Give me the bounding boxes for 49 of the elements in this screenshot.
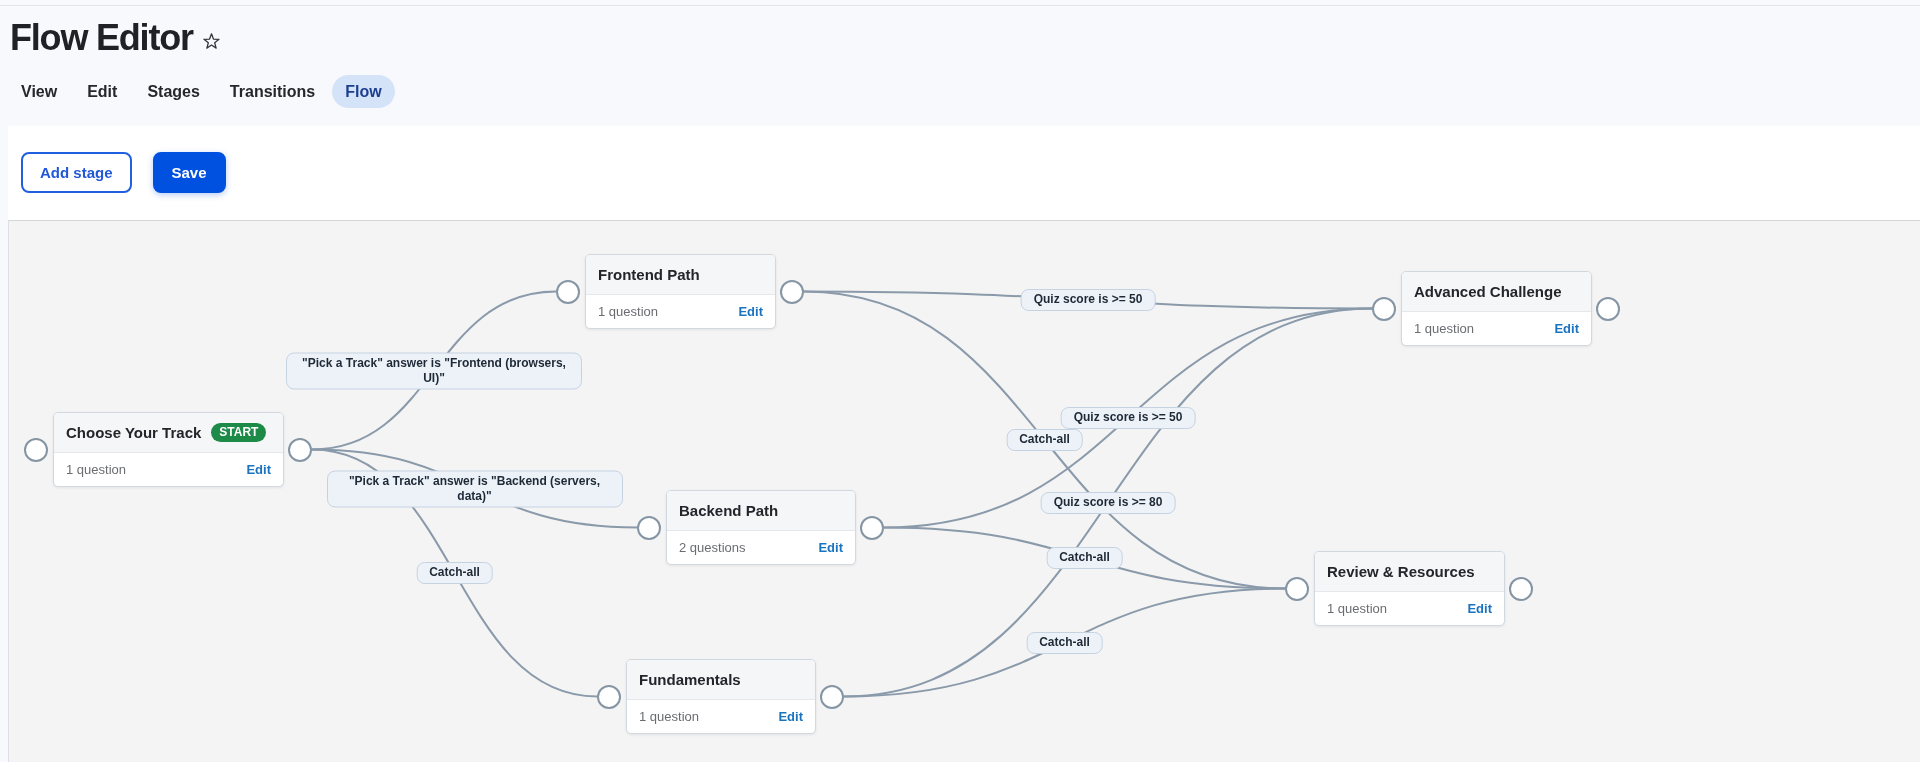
question-count: 2 questions <box>679 540 746 555</box>
toolbar-button[interactable]: Add stage <box>21 152 132 193</box>
port-handle[interactable] <box>556 279 580 304</box>
stage-title: Review & Resources <box>1327 563 1475 580</box>
port-handle[interactable] <box>24 437 48 462</box>
stage-title: Advanced Challenge <box>1414 283 1562 300</box>
port-handle[interactable] <box>1372 296 1396 321</box>
port-handle[interactable] <box>1509 576 1533 601</box>
transition-label: Catch-all <box>416 562 493 584</box>
edit-link[interactable]: Edit <box>738 304 763 319</box>
transition-label: Catch-all <box>1046 547 1123 569</box>
transition-label: Quiz score is >= 80 <box>1040 491 1176 514</box>
stage-title: Frontend Path <box>598 266 700 283</box>
transition-label: Quiz score is >= 50 <box>1020 289 1156 311</box>
edit-link[interactable]: Edit <box>778 709 803 724</box>
start-badge: START <box>211 423 267 442</box>
tab[interactable]: View <box>8 75 71 108</box>
port-handle[interactable] <box>820 684 844 709</box>
port-handle[interactable] <box>1596 296 1620 321</box>
edit-link[interactable]: Edit <box>246 462 271 477</box>
question-count: 1 question <box>66 462 126 477</box>
port-handle[interactable] <box>1285 576 1309 601</box>
tab[interactable]: Edit <box>74 75 131 108</box>
toolbar-button[interactable]: Save <box>152 152 226 193</box>
port-handle[interactable] <box>780 279 804 304</box>
question-count: 1 question <box>639 709 699 724</box>
transition-label: Catch-all <box>1006 429 1083 451</box>
port-handle[interactable] <box>637 515 661 540</box>
transition-label: Catch-all <box>1026 631 1103 654</box>
port-handle[interactable] <box>288 437 312 462</box>
edit-link[interactable]: Edit <box>818 540 843 555</box>
transition-label: Quiz score is >= 50 <box>1060 407 1196 429</box>
question-count: 1 question <box>1327 601 1387 616</box>
transition-label: "Pick a Track" answer is "Frontend (browsers, UI)" <box>286 352 582 389</box>
question-count: 1 question <box>598 304 658 319</box>
stage-title: Backend Path <box>679 502 779 519</box>
edit-link[interactable]: Edit <box>1467 601 1492 616</box>
port-handle[interactable] <box>860 515 884 540</box>
tab[interactable]: Transitions <box>216 75 329 108</box>
question-count: 1 question <box>1414 321 1474 336</box>
star-icon[interactable] <box>202 32 220 49</box>
transition-label: "Pick a Track" answer is "Backend (servers, data)" <box>326 470 623 507</box>
edit-link[interactable]: Edit <box>1554 321 1579 336</box>
tab[interactable]: Stages <box>134 75 213 108</box>
port-handle[interactable] <box>597 684 621 709</box>
stage-title: Choose Your Track <box>66 424 202 441</box>
tab[interactable]: Flow <box>332 75 395 108</box>
stage-title: Fundamentals <box>639 671 741 688</box>
page-title: Flow Editor <box>10 17 193 59</box>
